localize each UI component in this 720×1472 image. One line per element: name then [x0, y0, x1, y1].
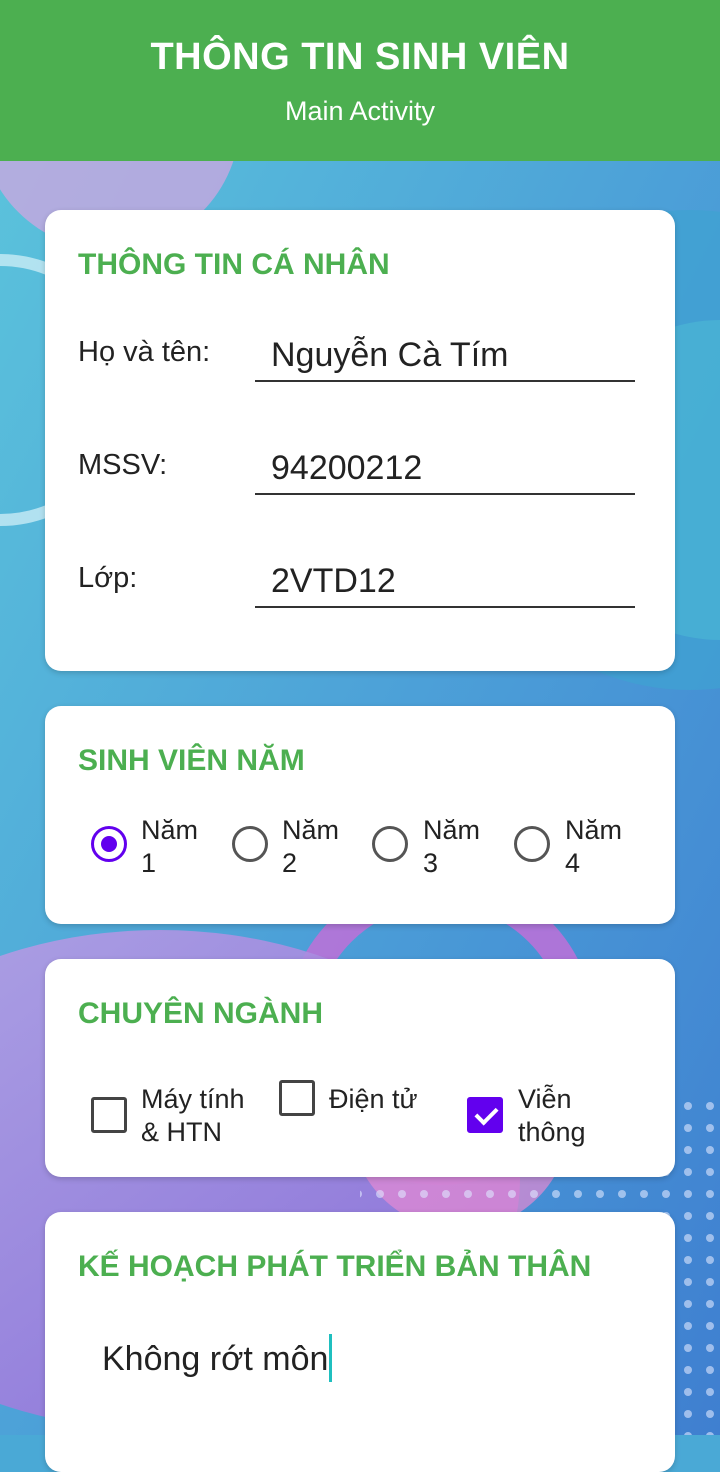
year-2-radio[interactable] — [232, 826, 268, 862]
year-3-label[interactable]: Năm 3 — [423, 814, 480, 880]
major-computer-checkbox[interactable] — [91, 1097, 127, 1133]
app-title: THÔNG TIN SINH VIÊN — [150, 36, 570, 78]
personal-info-card: THÔNG TIN CÁ NHÂN Họ và tên: Nguyễn Cà T… — [45, 210, 675, 671]
name-field[interactable]: Nguyễn Cà Tím — [255, 330, 635, 382]
plan-card: KẾ HOẠCH PHÁT TRIỂN BẢN THÂN Không rớt m… — [45, 1212, 675, 1472]
year-2-label[interactable]: Năm 2 — [282, 814, 339, 880]
class-label: Lớp: — [78, 562, 138, 594]
major-computer-label[interactable]: Máy tính & HTN — [141, 1083, 245, 1149]
year-3-radio[interactable] — [372, 826, 408, 862]
mssv-label: MSSV: — [78, 449, 168, 481]
plan-input[interactable]: Không rớt môn — [102, 1334, 333, 1382]
class-value: 2VTD12 — [271, 562, 396, 600]
plan-title: KẾ HOẠCH PHÁT TRIỂN BẢN THÂN — [78, 1250, 592, 1283]
year-1-label[interactable]: Năm 1 — [141, 814, 198, 880]
class-field[interactable]: 2VTD12 — [255, 556, 635, 608]
major-telecom-label[interactable]: Viễn thông — [518, 1083, 586, 1149]
major-electronics-checkbox[interactable] — [279, 1080, 315, 1116]
student-year-title: SINH VIÊN NĂM — [78, 744, 305, 777]
major-title: CHUYÊN NGÀNH — [78, 997, 324, 1030]
year-4-label[interactable]: Năm 4 — [565, 814, 622, 880]
major-card: CHUYÊN NGÀNH Máy tính & HTN Điện tử Viễn… — [45, 959, 675, 1177]
year-4-radio[interactable] — [514, 826, 550, 862]
name-label: Họ và tên: — [78, 336, 211, 368]
major-electronics-label[interactable]: Điện tử — [329, 1083, 418, 1116]
app-subtitle: Main Activity — [284, 96, 436, 126]
text-cursor — [329, 1334, 333, 1382]
app-bar: THÔNG TIN SINH VIÊN Main Activity — [0, 0, 720, 161]
personal-info-title: THÔNG TIN CÁ NHÂN — [78, 248, 390, 281]
mssv-value: 94200212 — [271, 449, 423, 487]
year-1-radio[interactable] — [91, 826, 127, 862]
mssv-field[interactable]: 94200212 — [255, 443, 635, 495]
student-year-card: SINH VIÊN NĂM Năm 1 Năm 2 Năm 3 Năm 4 — [45, 706, 675, 924]
name-value: Nguyễn Cà Tím — [271, 336, 509, 374]
plan-text-value: Không rớt môn — [102, 1340, 329, 1378]
major-telecom-checkbox[interactable] — [467, 1097, 503, 1133]
